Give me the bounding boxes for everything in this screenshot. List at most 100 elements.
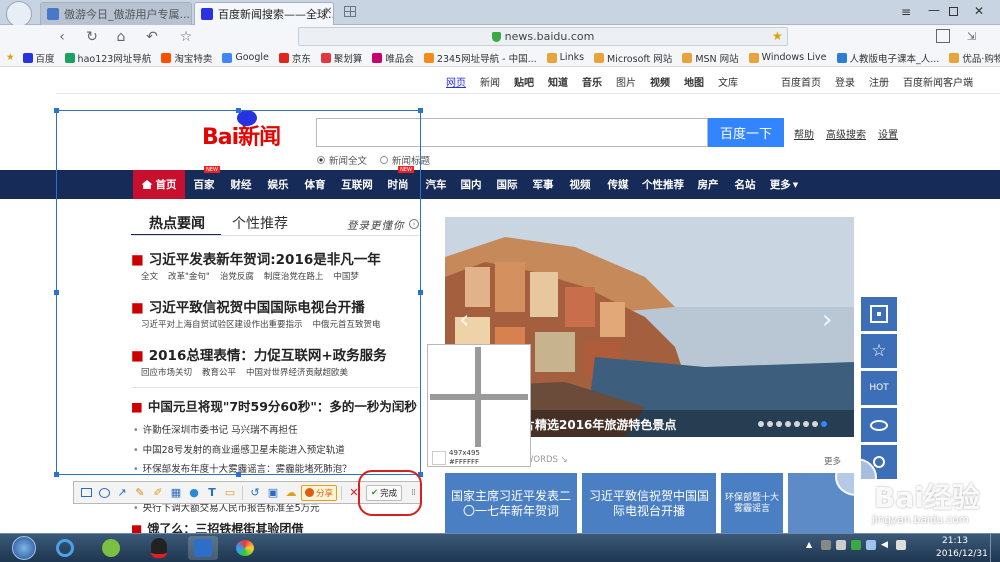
bookmark-item[interactable]: 优品·购物 (949, 51, 1000, 65)
tray-flag-icon[interactable] (836, 540, 846, 550)
banner-smog-rumors[interactable]: 环保部暨十大雾霾谣言 (721, 473, 783, 535)
tab-baidu-news[interactable]: 百度新闻搜索——全球... (194, 2, 334, 25)
bookmark-item[interactable]: Google (222, 52, 269, 63)
top-link[interactable]: 新闻 (480, 74, 500, 90)
banner-cgtn-launch[interactable]: 习近平致信祝贺中国国际电视台开播 (582, 473, 716, 535)
nav-item[interactable]: 视频 (562, 170, 598, 199)
top-right-link[interactable]: 登录 (835, 74, 855, 90)
top-right-link[interactable]: 百度新闻客户端 (903, 74, 973, 90)
nav-item[interactable]: 国内 (454, 170, 488, 199)
menu-icon[interactable]: ≡ (901, 5, 911, 19)
tab-close-icon[interactable]: ✕ (324, 6, 332, 17)
ie-icon[interactable] (52, 536, 78, 560)
bookmark-item[interactable]: MSN 网站 (682, 51, 739, 65)
slide-prev-icon[interactable]: ‹ (459, 305, 469, 335)
address-bar[interactable]: news.baidu.com (298, 27, 788, 46)
search-side-link[interactable]: 设置 (878, 126, 898, 141)
resize-handle[interactable] (54, 472, 59, 477)
slide-dot[interactable] (812, 421, 818, 427)
bookmark-item[interactable]: hao123网址导航 (64, 51, 151, 65)
tab-grid-icon[interactable] (344, 6, 356, 17)
star-address-icon[interactable]: ★ (772, 29, 783, 43)
restore-icon[interactable] (949, 7, 958, 16)
eye-icon[interactable] (861, 408, 897, 442)
capture-selection-rect[interactable] (56, 110, 421, 475)
slide-dot[interactable] (785, 421, 791, 427)
cloud-icon[interactable]: ☁ (283, 485, 299, 501)
pen-icon[interactable]: ✎ (132, 485, 148, 501)
top-link[interactable]: 网页 (446, 74, 466, 90)
slide-dot[interactable] (821, 421, 827, 427)
speech-bubble-icon[interactable]: ▭ (222, 485, 238, 501)
clock-time[interactable]: 21:13 (942, 536, 968, 546)
nav-item[interactable]: 更多 ▼ (764, 170, 804, 199)
resize-handle[interactable] (236, 472, 241, 477)
tray-shield-icon[interactable] (851, 540, 861, 550)
bookmark-item[interactable]: Microsoft 网站 (594, 51, 672, 65)
tray-arrow-icon[interactable]: ▲ (806, 540, 816, 550)
qq-icon[interactable] (146, 536, 172, 560)
back-icon[interactable]: ‹ (52, 27, 72, 47)
resize-handle[interactable] (54, 108, 59, 113)
nav-item[interactable]: 房产 (691, 170, 725, 199)
drop-icon[interactable]: ● (186, 485, 202, 501)
top-right-link[interactable]: 百度首页 (781, 74, 821, 90)
slide-dot[interactable] (776, 421, 782, 427)
qrcode-icon[interactable] (861, 297, 897, 331)
favorite-icon[interactable]: ☆ (861, 334, 897, 368)
top-link[interactable]: 文库 (718, 74, 738, 90)
app-green-icon[interactable] (98, 536, 124, 560)
undo-icon[interactable]: ↶ (142, 27, 162, 47)
mosaic-icon[interactable]: ▦ (168, 485, 184, 501)
refresh-icon[interactable]: ↻ (82, 27, 102, 47)
tray-keyboard-icon[interactable] (896, 540, 906, 550)
resize-handle[interactable] (418, 108, 423, 113)
search-side-link[interactable]: 高级搜索 (826, 126, 866, 141)
profile-avatar[interactable] (6, 1, 32, 27)
nav-item[interactable]: 汽车 (420, 170, 452, 199)
top-link[interactable]: 音乐 (582, 74, 602, 90)
top-link[interactable]: 地图 (684, 74, 704, 90)
arrow-icon[interactable]: ↗ (114, 485, 130, 501)
clock-date[interactable]: 2016/12/31 (936, 549, 988, 559)
bookmark-item[interactable]: Links (546, 52, 584, 63)
bookmark-item[interactable]: 百度 (22, 51, 55, 65)
top-right-link[interactable]: 注册 (869, 74, 889, 90)
highlighter-icon[interactable]: ✐ (150, 485, 166, 501)
resize-handle[interactable] (236, 108, 241, 113)
top-link[interactable]: 图片 (616, 74, 636, 90)
tab-maxthon-today[interactable]: 傲游今日_傲游用户专属... (40, 2, 192, 25)
close-window-icon[interactable]: ✕ (974, 4, 984, 18)
show-desktop-button[interactable] (990, 534, 1000, 562)
save-icon[interactable]: ▣ (265, 485, 281, 501)
nav-item[interactable]: 个性推荐 (638, 170, 688, 199)
bookmark-item[interactable]: 聚划算 (320, 51, 362, 65)
maxthon-task-icon[interactable] (188, 536, 218, 560)
paint-icon[interactable] (232, 536, 258, 560)
home-icon[interactable]: ⌂ (111, 27, 131, 47)
tray-network-icon[interactable] (866, 540, 876, 550)
hot-icon[interactable]: HOT (861, 371, 897, 405)
slide-next-icon[interactable]: › (822, 305, 832, 335)
nav-item[interactable]: 传媒 (600, 170, 636, 199)
undo-tool-icon[interactable]: ↺ (247, 485, 263, 501)
rectangle-icon[interactable] (78, 485, 94, 501)
slide-dot[interactable] (758, 421, 764, 427)
nav-item[interactable]: 国际 (490, 170, 524, 199)
banner-new-year-speech[interactable]: 国家主席习近平发表二〇一七年新年贺词 (445, 473, 577, 535)
bookmark-item[interactable]: 唯品会 (372, 51, 414, 65)
slide-dot[interactable] (794, 421, 800, 427)
tray-volume-icon[interactable]: ◀ (881, 540, 891, 550)
text-icon[interactable]: T (204, 485, 220, 501)
nav-item[interactable]: 军事 (526, 170, 560, 199)
tray-app-icon[interactable] (821, 540, 831, 550)
nav-item[interactable]: 名站 (728, 170, 762, 199)
search-button[interactable]: 百度一下 (708, 118, 784, 147)
top-link[interactable]: 知道 (548, 74, 568, 90)
top-link[interactable]: 视频 (650, 74, 670, 90)
search-side-link[interactable]: 帮助 (794, 126, 814, 141)
bookmark-item[interactable]: 京东 (278, 51, 311, 65)
slide-dot[interactable] (803, 421, 809, 427)
start-button-icon[interactable] (4, 533, 44, 562)
share-button[interactable]: 分享 (301, 484, 338, 501)
